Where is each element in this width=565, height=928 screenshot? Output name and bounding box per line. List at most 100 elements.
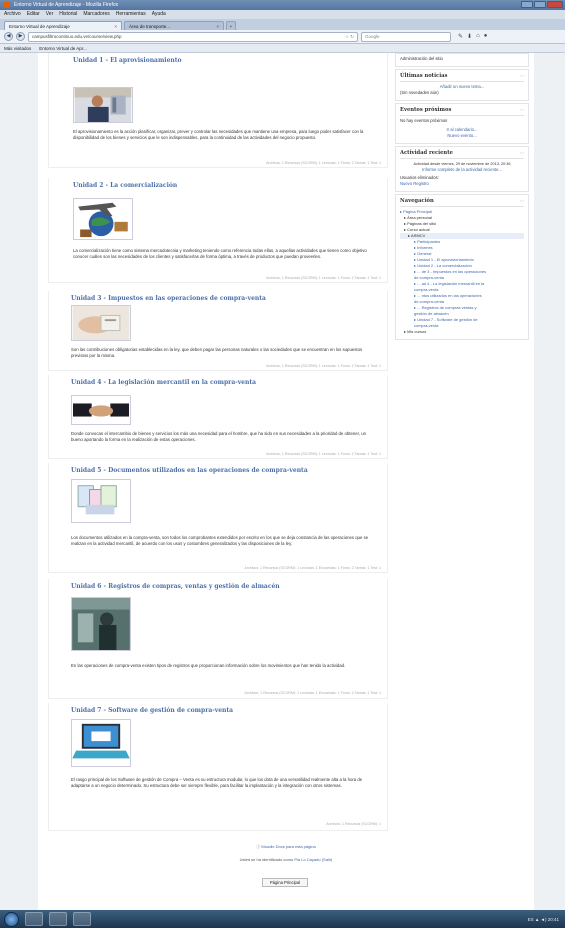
new-tab-button[interactable]: + [226, 21, 236, 30]
menu-bookmarks[interactable]: Marcadores [83, 10, 109, 19]
section-title[interactable]: Unidad 3 - Impuestos en las operaciones … [71, 295, 266, 302]
navigation-tree: ▸ Página Principal ▸ Área personal ▸ Págin… [400, 209, 524, 335]
close-tab-icon[interactable]: × [216, 22, 219, 30]
toolbar-icons: ✎ ⬇ ⌂ ● [458, 33, 487, 40]
bookmarks-bar: Más visitados Entorno Virtual de Apr... [0, 44, 565, 53]
tab-entorno[interactable]: Entorno Virtual de Aprendizaje × [4, 21, 122, 30]
window-controls [521, 1, 563, 8]
events-title: Eventos próximos [400, 107, 524, 116]
logout-link[interactable]: (Salir) [322, 857, 333, 862]
forward-arrow-icon[interactable]: ▶ [16, 32, 25, 41]
logged-in-text: Usted se ha identificado como [239, 857, 294, 862]
section-summary: Son las contribuciones obligatorias esta… [71, 347, 363, 358]
block-controls-icon[interactable]: ▫ ▫ [520, 73, 524, 78]
unit-3-image [71, 305, 131, 341]
window-titlebar: Entorno Virtual de Aprendizaje - Mozilla… [0, 0, 565, 10]
search-input[interactable]: Google [361, 31, 451, 42]
section-title[interactable]: Unidad 4 - La legislación mercantil en l… [71, 379, 256, 386]
section-title[interactable]: Unidad 5 - Documentos utilizados en las … [71, 467, 308, 474]
bookmark-star-icon[interactable]: ☆ ↻ [345, 33, 354, 41]
section-title[interactable]: Unidad 1 - El aprovisionamiento [73, 57, 182, 64]
section-activity-counts: Archivos: 1 Recursos (SCORM): 1 Lecturas… [266, 276, 381, 280]
taskbar-explorer[interactable] [25, 912, 43, 926]
unit-5-image [71, 479, 131, 523]
window-title: Entorno Virtual de Aprendizaje - Mozilla… [14, 2, 119, 8]
activity-title: Actividad reciente [400, 150, 524, 159]
activity-report-link[interactable]: Informe completo de la actividad recient… [400, 167, 524, 173]
start-button[interactable] [4, 911, 19, 927]
login-info: Usted se ha identificado como Pia Lo Cay… [38, 857, 534, 862]
back-arrow-icon[interactable]: ◀ [4, 32, 13, 41]
addon-icon[interactable]: ● [484, 33, 488, 40]
unit-4-image [71, 395, 131, 425]
user-link[interactable]: Pia Lo Cayado [294, 857, 320, 862]
course-page: Unidad 1 - El aprovisionamiento El aprov… [38, 53, 534, 910]
menu-history[interactable]: Historial [59, 10, 77, 19]
menu-view[interactable]: Ver [46, 10, 54, 19]
navigation-title: Navegación [400, 198, 524, 207]
section-activity-counts: Archivos: 1 Recursos (SCORM): 1 [326, 822, 381, 826]
maximize-button[interactable] [534, 1, 546, 8]
section-summary: El aprovisionamiento es la acción planif… [73, 129, 364, 140]
nav-item[interactable]: ▸ Mis cursos [400, 329, 524, 335]
unit-6-image [71, 597, 131, 651]
home-icon[interactable]: ⌂ [476, 33, 480, 40]
section-activity-counts: Archivos: 1 Recursos (SCORM): 1 Lecturas… [244, 691, 381, 695]
minimize-button[interactable] [521, 1, 533, 8]
events-empty: No hay eventos próximos [400, 118, 448, 123]
section-title[interactable]: Unidad 6 - Registros de compras, ventas … [71, 583, 280, 590]
sidebar: Administración del sitio ▫ ▫ Últimas not… [395, 53, 529, 342]
news-block: ▫ ▫ Últimas noticias Añadir un nuevo tem… [395, 69, 529, 101]
menu-edit[interactable]: Editar [27, 10, 40, 19]
menu-bar: Archivo Editar Ver Historial Marcadores … [0, 10, 565, 19]
pen-icon[interactable]: ✎ [458, 33, 463, 40]
section-unit-3: Unidad 3 - Impuestos en las operaciones … [48, 291, 388, 371]
news-title: Últimas noticias [400, 73, 524, 82]
section-title[interactable]: Unidad 7 - Software de gestión de compra… [71, 707, 233, 714]
section-summary: En las operaciones de compra-venta exist… [71, 663, 346, 668]
section-activity-counts: Archivos: 1 Recursos (SCORM): 1 Lecturas… [244, 566, 381, 570]
block-controls-icon[interactable]: ▫ ▫ [520, 150, 524, 155]
menu-tools[interactable]: Herramientas [116, 10, 146, 19]
news-empty: (Sin novedades aún) [400, 90, 439, 95]
tray-clock[interactable]: ES ▲ ◄) 20:41 [528, 917, 559, 922]
tab-transporte[interactable]: Área de transporte... × [124, 21, 224, 30]
taskbar-firefox[interactable] [73, 912, 91, 926]
section-summary: Donde convocan el intercambio de bienes … [71, 431, 366, 442]
navigation-bar: ◀ ▶ campusfiltrocontinuo.edu.ve/course/v… [0, 30, 565, 44]
new-registration-link[interactable]: Nuevo Registro [400, 181, 524, 187]
menu-help[interactable]: Ayuda [152, 10, 166, 19]
url-input[interactable]: campusfiltrocontinuo.edu.ve/course/view.… [28, 31, 358, 42]
section-unit-6: Unidad 6 - Registros de compras, ventas … [48, 579, 388, 699]
activity-block: ▫ ▫ Actividad reciente Actividad desde v… [395, 146, 529, 192]
section-unit-4: Unidad 4 - La legislación mercantil en l… [48, 375, 388, 459]
block-controls-icon[interactable]: ▫ ▫ [520, 198, 524, 203]
tab-bar: Entorno Virtual de Aprendizaje × Área de … [0, 19, 565, 30]
tab-label: Área de transporte... [129, 24, 171, 29]
bookmark-entorno[interactable]: Entorno Virtual de Apr... [39, 44, 86, 52]
section-unit-7: Unidad 7 - Software de gestión de compra… [48, 703, 388, 831]
menu-file[interactable]: Archivo [4, 10, 21, 19]
section-title[interactable]: Unidad 2 - La comercialización [73, 182, 177, 189]
unit-1-image [73, 87, 133, 123]
close-window-button[interactable] [547, 1, 563, 8]
section-summary: La comercialización tiene como sistema m… [73, 248, 367, 259]
download-icon[interactable]: ⬇ [467, 33, 472, 40]
section-unit-5: Unidad 5 - Documentos utilizados en las … [48, 463, 388, 573]
section-unit-1: Unidad 1 - El aprovisionamiento El aprov… [48, 53, 388, 168]
block-controls-icon[interactable]: ▫ ▫ [520, 107, 524, 112]
section-activity-counts: Archivos: 1 Recursos (SCORM): 1 Lecturas… [266, 364, 381, 368]
url-text: campusfiltrocontinuo.edu.ve/course/view.… [32, 33, 122, 39]
home-button[interactable]: Página Principal [262, 878, 308, 887]
admin-block: Administración del sitio [395, 53, 529, 67]
firefox-icon [3, 2, 10, 8]
moodle-docs-link[interactable]: ⓘ Moodle Docs para esta página [38, 844, 534, 850]
close-tab-icon[interactable]: × [114, 22, 117, 30]
admin-site-item[interactable]: Administración del sitio [400, 56, 524, 62]
taskbar-media[interactable] [49, 912, 67, 926]
navigation-block: ▫ ▫ Navegación ▸ Página Principal ▸ Área … [395, 194, 529, 340]
windows-taskbar: ES ▲ ◄) 20:41 [0, 910, 565, 928]
search-placeholder: Google [365, 33, 380, 39]
bookmark-most-visited[interactable]: Más visitados [4, 44, 31, 52]
new-event-link[interactable]: Nuevo evento... [400, 133, 524, 139]
